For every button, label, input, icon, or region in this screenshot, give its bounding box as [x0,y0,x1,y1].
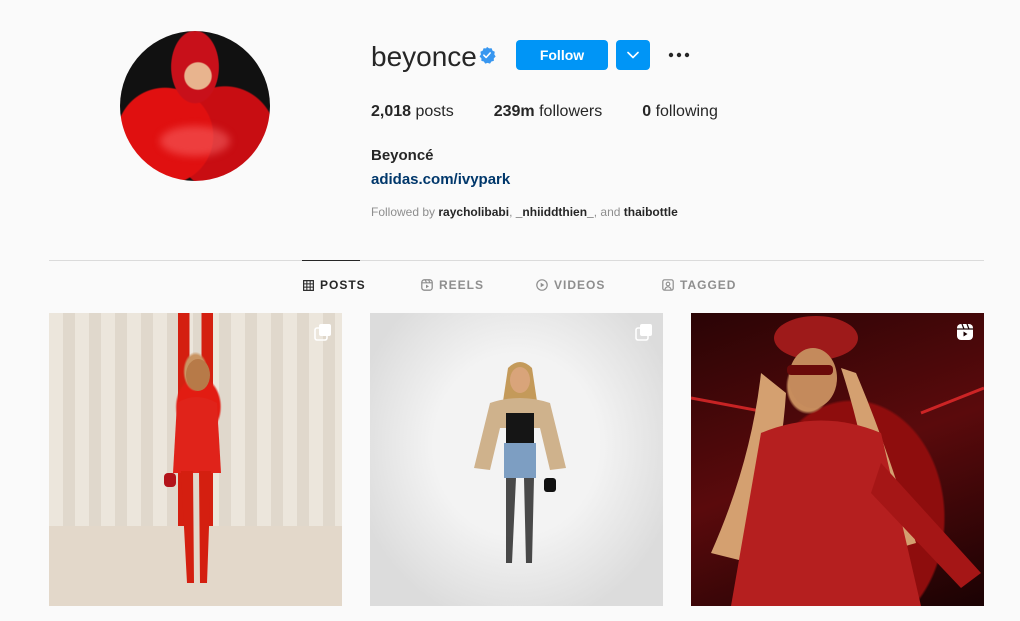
followed-by-prefix: Followed by [371,205,439,219]
post-figure [691,316,984,606]
post-figure [474,362,566,563]
followers-count[interactable]: 239m followers [494,103,603,121]
tab-tagged-label: TAGGED [680,278,737,292]
followed-by-text[interactable]: Followed by raycholibabi, _nhiiddthien_,… [371,205,678,219]
posts-count-label: posts [411,103,454,120]
follow-button[interactable]: Follow [516,40,608,70]
avatar-shine [160,126,230,156]
tab-reels-label: REELS [439,278,485,292]
followed-by-user[interactable]: thaibottle [624,205,678,219]
posts-count-value: 2,018 [371,103,412,120]
play-icon [536,279,548,291]
tab-tagged[interactable]: TAGGED [662,278,736,292]
active-tab-indicator [302,260,360,261]
profile-website-link[interactable]: adidas.com/ivypark [371,171,510,188]
post-thumbnail[interactable] [691,313,984,606]
following-count-value: 0 [642,103,652,120]
tab-videos[interactable]: VIDEOS [536,278,605,292]
profile-tabs: POSTS REELS VIDEOS TAGGED [0,278,1020,298]
suggested-dropdown-button[interactable] [616,40,650,70]
carousel-icon [314,324,331,341]
post-thumbnail[interactable] [49,313,342,606]
more-dots-icon [668,52,690,58]
carousel-icon [635,324,652,341]
post-thumbnail[interactable] [370,313,663,606]
more-options-button[interactable] [664,40,694,70]
chevron-down-icon [627,51,639,59]
profile-avatar[interactable] [120,31,270,181]
grid-icon [303,279,314,291]
post-figure [164,359,221,583]
tag-icon [662,279,674,291]
tab-reels[interactable]: REELS [421,278,484,292]
profile-stats: 2,018 posts 239m followers 0 following [371,103,758,121]
followed-by-separator: , [509,205,516,219]
followed-by-user[interactable]: raycholibabi [438,205,509,219]
tab-posts-label: POSTS [320,278,366,292]
reel-icon [957,323,973,340]
followers-count-value: 239m [493,103,535,120]
following-count-label: following [651,103,718,120]
followed-by-separator: , and [593,205,624,219]
tab-videos-label: VIDEOS [554,278,606,292]
followed-by-user[interactable]: _nhiiddthien_ [516,205,594,219]
reels-icon [421,279,433,291]
followers-count-label: followers [534,103,603,120]
profile-full-name: Beyoncé [371,147,434,164]
following-count[interactable]: 0 following [642,103,718,121]
profile-username: beyonce [371,41,477,72]
posts-count: 2,018 posts [371,103,454,121]
tab-posts[interactable]: POSTS [303,278,366,292]
tabs-divider [49,260,984,261]
verified-badge-icon [479,46,496,64]
